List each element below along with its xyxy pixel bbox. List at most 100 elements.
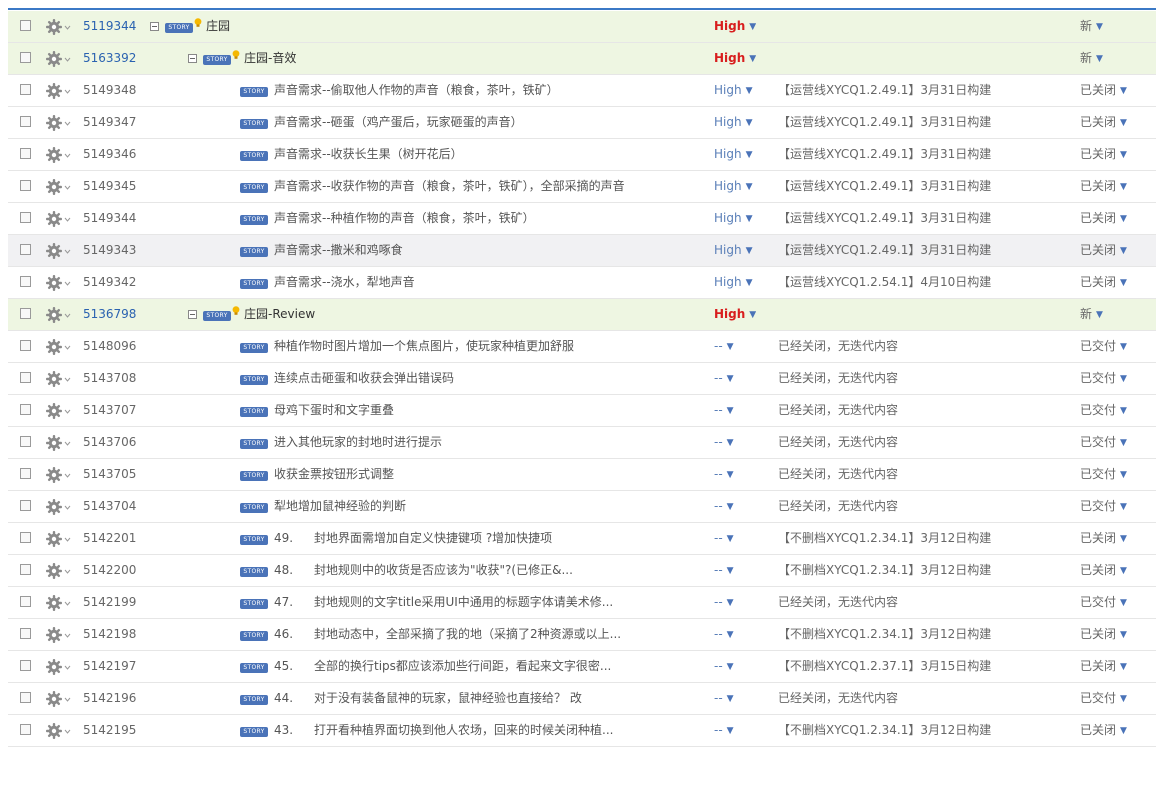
checkbox-icon[interactable] xyxy=(20,276,31,287)
row-id[interactable]: 5142201 xyxy=(83,523,136,554)
row-id[interactable]: 5148096 xyxy=(83,331,136,362)
table-row[interactable]: 5149343 STORY 声音需求--撒米和鸡啄食 High ▼ 【运营线XYCQ1.2… xyxy=(8,235,1156,267)
priority-dropdown[interactable]: -- ▼ xyxy=(714,523,734,554)
gear-icon[interactable] xyxy=(45,690,71,708)
status-dropdown[interactable]: 已关闭 ▼ xyxy=(1080,139,1127,170)
row-id[interactable]: 5143706 xyxy=(83,427,136,458)
gear-icon[interactable] xyxy=(45,530,71,548)
table-row[interactable]: 5149348 STORY 声音需求--偷取他人作物的声音（粮食，茶叶，铁矿） Hig… xyxy=(8,75,1156,107)
table-row[interactable]: 5149346 STORY 声音需求--收获长生果（树开花后） High ▼ 【运营线XY… xyxy=(8,139,1156,171)
checkbox-icon[interactable] xyxy=(20,468,31,479)
row-id[interactable]: 5142199 xyxy=(83,587,136,618)
table-row[interactable]: 5142198 STORY 46. 封地动态中，全部采摘了我的地（采摘了2种资源或以上… xyxy=(8,619,1156,651)
row-id[interactable]: 5143707 xyxy=(83,395,136,426)
gear-icon[interactable] xyxy=(45,178,71,196)
row-id[interactable]: 5143708 xyxy=(83,363,136,394)
gear-icon[interactable] xyxy=(45,626,71,644)
row-id[interactable]: 5149342 xyxy=(83,267,136,298)
table-row[interactable]: 5143705 STORY 收获金票按钮形式调整 -- ▼ 已经关闭，无迭代内容 已交付 ▼ xyxy=(8,459,1156,491)
group-row[interactable]: 5163392 STORY 庄园-音效 High ▼ 新 ▼ xyxy=(8,43,1156,75)
priority-dropdown[interactable]: -- ▼ xyxy=(714,619,734,650)
title-link[interactable]: 封地界面需增加自定义快捷键项 ?增加快捷项 xyxy=(314,531,552,545)
priority-dropdown[interactable]: -- ▼ xyxy=(714,491,734,522)
row-id[interactable]: 5142197 xyxy=(83,651,136,682)
priority-dropdown[interactable]: High ▼ xyxy=(714,139,753,170)
priority-dropdown[interactable]: -- ▼ xyxy=(714,683,734,714)
gear-icon[interactable] xyxy=(45,370,71,388)
row-id[interactable]: 5142200 xyxy=(83,555,136,586)
table-row[interactable]: 5149347 STORY 声音需求--砸蛋（鸡产蛋后，玩家砸蛋的声音） High ▼ 【… xyxy=(8,107,1156,139)
checkbox-icon[interactable] xyxy=(20,596,31,607)
checkbox-icon[interactable] xyxy=(20,20,31,31)
status-dropdown[interactable]: 已交付 ▼ xyxy=(1080,331,1127,362)
priority-dropdown[interactable]: High ▼ xyxy=(714,267,753,298)
title-link[interactable]: 封地规则中的收货是否应该为"收获"?(已修正&... xyxy=(314,563,573,577)
table-row[interactable]: 5142196 STORY 44. 对于没有装备鼠神的玩家，鼠神经验也直接给？ 改 --… xyxy=(8,683,1156,715)
status-dropdown[interactable]: 已关闭 ▼ xyxy=(1080,555,1127,586)
group-row[interactable]: 5136798 STORY 庄园-Review High ▼ 新 ▼ xyxy=(8,299,1156,331)
priority-dropdown[interactable]: -- ▼ xyxy=(714,715,734,746)
checkbox-icon[interactable] xyxy=(20,340,31,351)
priority-dropdown[interactable]: -- ▼ xyxy=(714,459,734,490)
row-id[interactable]: 5119344 xyxy=(83,11,136,42)
priority-dropdown[interactable]: High ▼ xyxy=(714,235,753,266)
status-dropdown[interactable]: 已关闭 ▼ xyxy=(1080,651,1127,682)
table-row[interactable]: 5142200 STORY 48. 封地规则中的收货是否应该为"收获"?(已修正&..… xyxy=(8,555,1156,587)
table-row[interactable]: 5148096 STORY 种植作物时图片增加一个焦点图片，使玩家种植更加舒服 -- ▼… xyxy=(8,331,1156,363)
table-row[interactable]: 5142199 STORY 47. 封地规则的文字title采用UI中通用的标题字体请… xyxy=(8,587,1156,619)
gear-icon[interactable] xyxy=(45,50,71,68)
row-id[interactable]: 5143704 xyxy=(83,491,136,522)
priority-dropdown[interactable]: High ▼ xyxy=(714,107,753,138)
gear-icon[interactable] xyxy=(45,146,71,164)
checkbox-icon[interactable] xyxy=(20,180,31,191)
priority-dropdown[interactable]: -- ▼ xyxy=(714,331,734,362)
status-dropdown[interactable]: 已关闭 ▼ xyxy=(1080,715,1127,746)
table-row[interactable]: 5142197 STORY 45. 全部的换行tips都应该添加些行间距，看起来文字很… xyxy=(8,651,1156,683)
gear-icon[interactable] xyxy=(45,466,71,484)
title-link[interactable]: 声音需求--收获作物的声音（粮食，茶叶，铁矿），全部采摘的声音 xyxy=(274,179,625,193)
table-row[interactable]: 5143707 STORY 母鸡下蛋时和文字重叠 -- ▼ 已经关闭，无迭代内容 已交付 ▼ xyxy=(8,395,1156,427)
status-dropdown[interactable]: 新 ▼ xyxy=(1080,299,1103,330)
checkbox-icon[interactable] xyxy=(20,500,31,511)
title-link[interactable]: 封地动态中，全部采摘了我的地（采摘了2种资源或以上... xyxy=(314,627,621,641)
status-dropdown[interactable]: 已关闭 ▼ xyxy=(1080,235,1127,266)
title-link[interactable]: 连续点击砸蛋和收获会弹出错误码 xyxy=(274,371,454,385)
title-link[interactable]: 打开看种植界面切换到他人农场，回来的时候关闭种植... xyxy=(314,723,613,737)
title-link[interactable]: 声音需求--浇水，犁地声音 xyxy=(274,275,415,289)
title-link[interactable]: 对于没有装备鼠神的玩家，鼠神经验也直接给？ 改 xyxy=(314,691,582,705)
title-link[interactable]: 庄园-Review xyxy=(244,307,315,321)
gear-icon[interactable] xyxy=(45,82,71,100)
checkbox-icon[interactable] xyxy=(20,148,31,159)
checkbox-icon[interactable] xyxy=(20,372,31,383)
table-row[interactable]: 5142195 STORY 43. 打开看种植界面切换到他人农场，回来的时候关闭种植.… xyxy=(8,715,1156,747)
priority-dropdown[interactable]: High ▼ xyxy=(714,75,753,106)
title-link[interactable]: 声音需求--砸蛋（鸡产蛋后，玩家砸蛋的声音） xyxy=(274,115,523,129)
gear-icon[interactable] xyxy=(45,338,71,356)
status-dropdown[interactable]: 已交付 ▼ xyxy=(1080,587,1127,618)
gear-icon[interactable] xyxy=(45,722,71,740)
title-link[interactable]: 声音需求--撒米和鸡啄食 xyxy=(274,243,403,257)
gear-icon[interactable] xyxy=(45,210,71,228)
collapse-icon[interactable] xyxy=(188,310,197,319)
title-link[interactable]: 声音需求--偷取他人作物的声音（粮食，茶叶，铁矿） xyxy=(274,83,559,97)
status-dropdown[interactable]: 已交付 ▼ xyxy=(1080,491,1127,522)
group-row[interactable]: 5119344 STORY 庄园 High ▼ 新 ▼ xyxy=(8,11,1156,43)
title-link[interactable]: 庄园-音效 xyxy=(244,51,296,65)
gear-icon[interactable] xyxy=(45,274,71,292)
status-dropdown[interactable]: 已交付 ▼ xyxy=(1080,683,1127,714)
status-dropdown[interactable]: 已交付 ▼ xyxy=(1080,363,1127,394)
priority-dropdown[interactable]: High ▼ xyxy=(714,11,756,42)
title-link[interactable]: 进入其他玩家的封地时进行提示 xyxy=(274,435,442,449)
priority-dropdown[interactable]: -- ▼ xyxy=(714,395,734,426)
status-dropdown[interactable]: 已交付 ▼ xyxy=(1080,395,1127,426)
gear-icon[interactable] xyxy=(45,594,71,612)
status-dropdown[interactable]: 已关闭 ▼ xyxy=(1080,267,1127,298)
checkbox-icon[interactable] xyxy=(20,532,31,543)
row-id[interactable]: 5149344 xyxy=(83,203,136,234)
gear-icon[interactable] xyxy=(45,114,71,132)
status-dropdown[interactable]: 新 ▼ xyxy=(1080,11,1103,42)
title-link[interactable]: 声音需求--收获长生果（树开花后） xyxy=(274,147,463,161)
row-id[interactable]: 5136798 xyxy=(83,299,136,330)
priority-dropdown[interactable]: -- ▼ xyxy=(714,587,734,618)
gear-icon[interactable] xyxy=(45,306,71,324)
